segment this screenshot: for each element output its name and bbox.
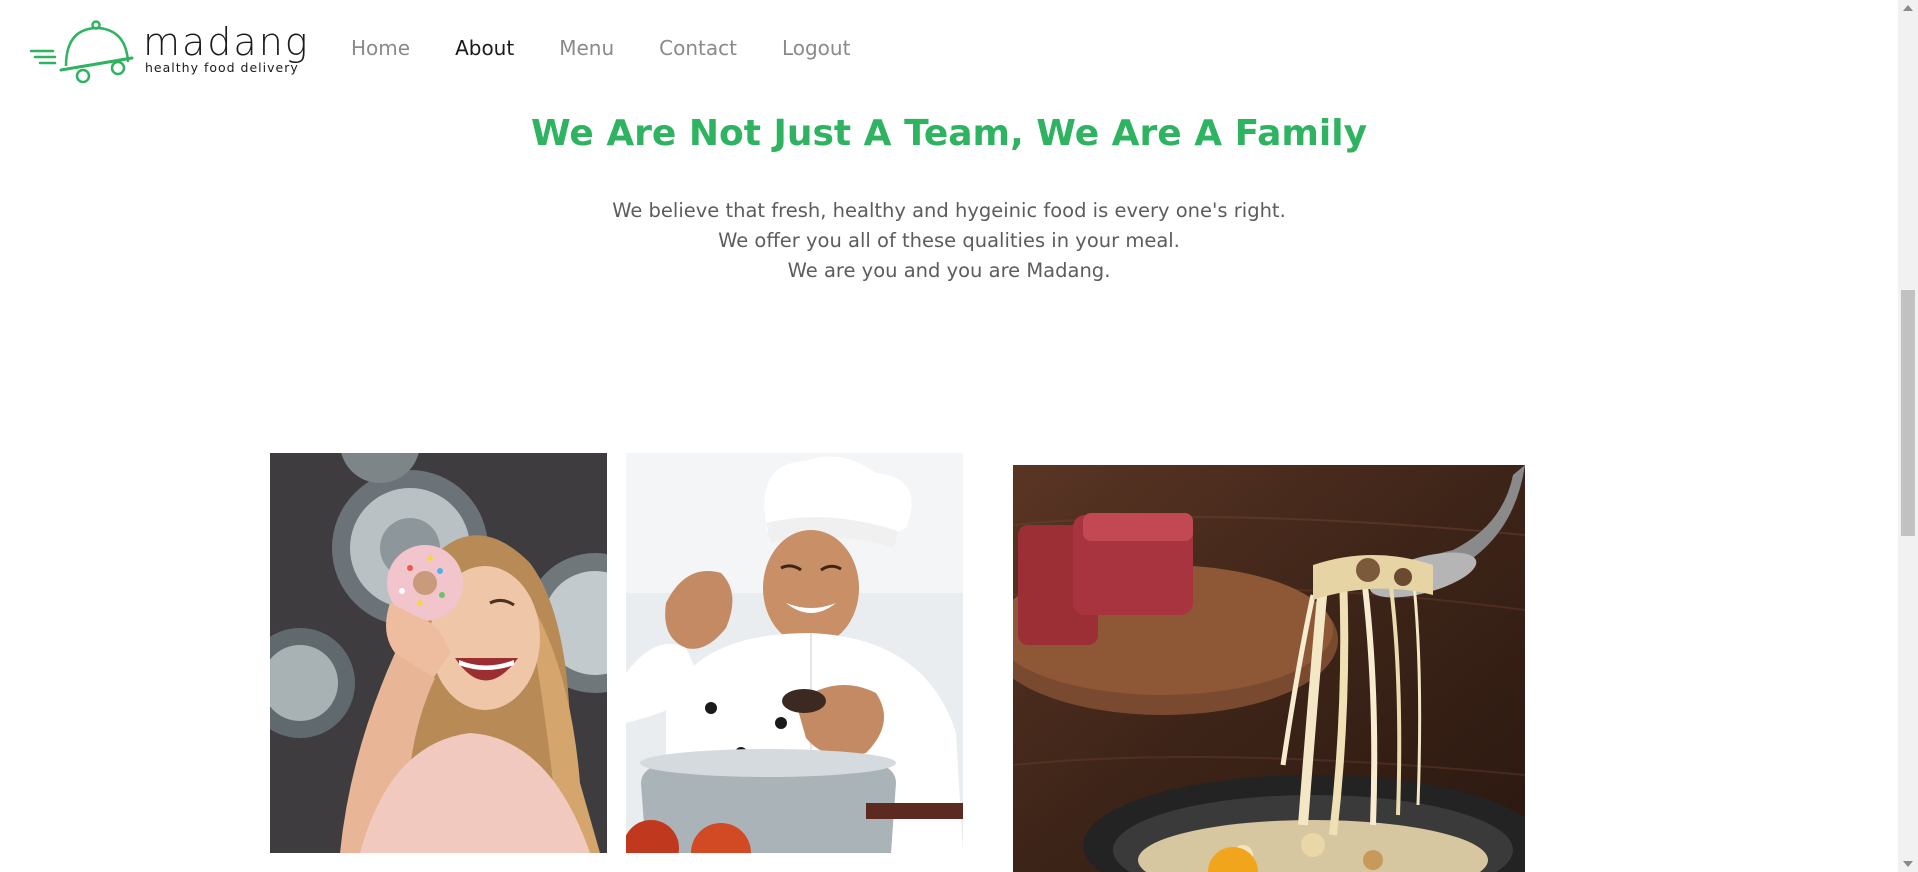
hero-line-3: We are you and you are Madang. — [787, 259, 1111, 282]
chef-seasoning-pot-photo — [626, 453, 963, 853]
nav-item-home[interactable]: Home — [351, 36, 410, 60]
nav-item-contact[interactable]: Contact — [659, 36, 737, 60]
site-header: madang healthy food delivery Home About … — [0, 0, 1898, 100]
hero-line-2: We offer you all of these qualities in y… — [718, 229, 1180, 252]
about-page: madang healthy food delivery Home About … — [0, 0, 1918, 872]
main-nav: Home About Menu Contact Logout — [351, 36, 895, 60]
page-scrollbar[interactable] — [1898, 0, 1918, 872]
nav-item-logout[interactable]: Logout — [782, 36, 850, 60]
nav-item-about[interactable]: About — [455, 36, 514, 60]
brand-name: madang — [143, 20, 310, 64]
page-title: We Are Not Just A Team, We Are A Family — [530, 113, 1368, 154]
woman-with-donut-photo — [270, 453, 607, 853]
hero-line-1: We believe that fresh, healthy and hygei… — [612, 199, 1286, 222]
delivery-cloche-icon — [29, 20, 134, 84]
nav-item-menu[interactable]: Menu — [559, 36, 614, 60]
brand-tagline: healthy food delivery — [145, 60, 299, 75]
cheese-noodle-bowl-photo — [1013, 465, 1525, 872]
scroll-down-icon[interactable] — [1903, 861, 1913, 867]
brand-logo[interactable]: madang healthy food delivery — [28, 18, 308, 84]
hero-description: We believe that fresh, healthy and hygei… — [0, 196, 1898, 286]
scroll-up-icon[interactable] — [1903, 5, 1913, 11]
scrollbar-thumb[interactable] — [1901, 290, 1915, 536]
